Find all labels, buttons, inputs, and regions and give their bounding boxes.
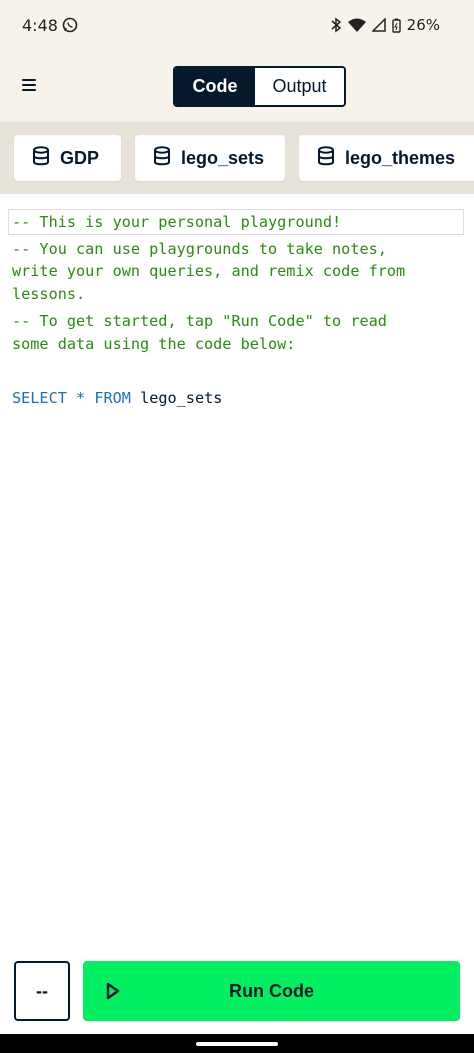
database-icon — [32, 145, 50, 171]
dataset-label: GDP — [60, 147, 100, 168]
status-time: 4:48 — [22, 16, 58, 35]
tab-code[interactable]: Code — [175, 68, 255, 105]
keyword-from: FROM — [94, 389, 131, 407]
battery-icon — [391, 18, 401, 33]
keyword-select: SELECT — [12, 389, 67, 407]
dataset-label: lego_themes — [345, 147, 456, 168]
home-gesture-handle[interactable] — [196, 1042, 278, 1046]
code-comment-line: lessons. — [12, 285, 86, 303]
code-comment-line: some data using the code below: — [12, 335, 296, 353]
table-name: lego_sets — [140, 389, 223, 407]
bottom-action-bar: -- Run Code — [0, 954, 474, 1034]
code-comment-line: -- You can use playgrounds to take notes… — [12, 240, 387, 258]
code-comment-line: -- This is your personal playground! — [12, 213, 342, 231]
dataset-tabs: GDP lego_sets lego_themes — [0, 122, 474, 194]
run-code-label: Run Code — [229, 980, 314, 1001]
dataset-label: lego_sets — [181, 147, 265, 168]
aux-button[interactable]: -- — [14, 961, 70, 1021]
hamburger-menu-icon[interactable] — [22, 76, 42, 96]
code-comment-line: -- To get started, tap "Run Code" to rea… — [12, 312, 387, 330]
dataset-tab-lego-themes[interactable]: lego_themes — [299, 135, 474, 181]
wifi-icon — [347, 18, 366, 32]
status-icons: 26% — [330, 16, 440, 34]
run-code-button[interactable]: Run Code — [83, 961, 460, 1021]
tab-output[interactable]: Output — [255, 68, 344, 105]
dataset-tab-gdp[interactable]: GDP — [14, 135, 121, 181]
operator-star: * — [76, 389, 86, 407]
code-editor[interactable]: -- This is your personal playground! -- … — [0, 194, 474, 954]
play-icon — [105, 981, 121, 1006]
app-header: Code Output — [0, 52, 474, 122]
status-bar: 4:48 26% — [0, 0, 474, 52]
battery-percentage: 26% — [406, 16, 440, 34]
code-comment-line: write your own queries, and remix code f… — [12, 262, 406, 280]
database-icon — [153, 145, 171, 171]
whatsapp-icon — [62, 17, 78, 38]
system-nav-bar — [0, 1034, 474, 1053]
code-output-toggle: Code Output — [173, 66, 346, 107]
dataset-tab-lego-sets[interactable]: lego_sets — [135, 135, 285, 181]
bluetooth-icon — [330, 17, 342, 33]
signal-icon — [371, 18, 386, 32]
sql-query-line: SELECT * FROM lego_sets — [12, 387, 222, 410]
database-icon — [317, 145, 335, 171]
